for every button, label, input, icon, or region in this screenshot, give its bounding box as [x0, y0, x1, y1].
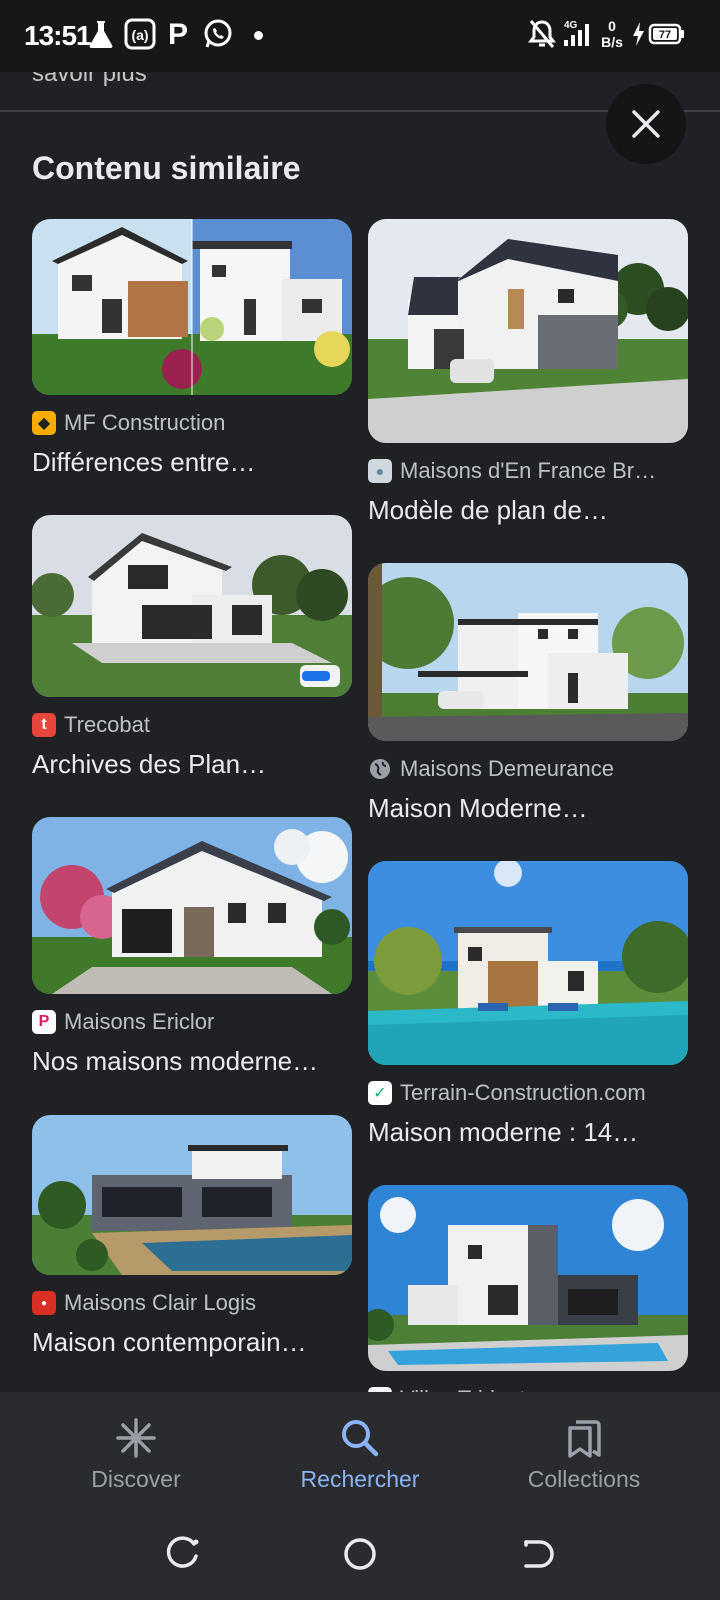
- previous-content-text: savoir plus: [32, 72, 147, 87]
- favicon-glyph: ●: [375, 463, 385, 479]
- favicon-icon: ●: [32, 1291, 56, 1315]
- source-name: MF Construction: [64, 410, 226, 435]
- parking-icon: P: [168, 18, 188, 50]
- favicon-glyph: t: [41, 716, 47, 733]
- source-row: ● Maisons Clair Logis: [32, 1289, 352, 1317]
- close-icon: [632, 110, 660, 138]
- source-row: ◆ MF Construction: [32, 409, 352, 437]
- close-button[interactable]: [606, 84, 686, 164]
- favicon-icon: P: [32, 1010, 56, 1034]
- favicon-glyph: ◆: [37, 415, 51, 432]
- nav-collections[interactable]: Collections: [464, 1392, 704, 1508]
- recent-apps-button[interactable]: [160, 1530, 208, 1578]
- app-icon: (a): [124, 18, 156, 50]
- favicon-glyph: ●: [40, 1297, 48, 1309]
- charging-icon: [633, 22, 644, 46]
- favicon-icon: t: [32, 713, 56, 737]
- source-name: Maisons d'En France Br…: [400, 458, 657, 483]
- nav-label: Collections: [527, 1466, 641, 1492]
- nav-label: Discover: [91, 1466, 181, 1492]
- result-title: Maison contemporain…: [32, 1327, 307, 1357]
- bottom-navigation: Discover Rechercher Collections: [0, 1392, 720, 1508]
- result-card[interactable]: t Trecobat Archives des Plan…: [32, 515, 352, 780]
- thumbnail-image: [368, 1185, 688, 1371]
- source-row: ● Maisons d'En France Br…: [368, 457, 688, 485]
- signal-icon: 4G: [564, 20, 589, 46]
- home-button[interactable]: [336, 1530, 384, 1578]
- source-row: P Maisons Ericlor: [32, 1008, 352, 1036]
- thumbnail-image: [32, 817, 352, 994]
- favicon-icon: ●: [368, 459, 392, 483]
- thumbnail-image: [368, 861, 688, 1065]
- source-row: t Trecobat: [32, 711, 352, 739]
- nav-label: Rechercher: [300, 1466, 420, 1492]
- result-card[interactable]: ✓ Terrain-Construction.com Maison modern…: [368, 861, 688, 1148]
- globe-icon: [368, 757, 392, 781]
- thumbnail-image: [368, 563, 688, 741]
- back-button[interactable]: [512, 1530, 560, 1578]
- source-row: Maisons Demeurance: [368, 755, 688, 783]
- thumbnail-image: [32, 515, 352, 697]
- result-card[interactable]: ● Maisons d'En France Br… Modèle de plan…: [368, 219, 688, 526]
- mute-icon: [528, 20, 556, 48]
- result-title: Nos maisons moderne…: [32, 1046, 319, 1076]
- result-card[interactable]: ● Maisons Clair Logis Maison contemporai…: [32, 1115, 352, 1358]
- asterisk-icon: [116, 1418, 156, 1458]
- result-title: Modèle de plan de…: [368, 495, 608, 525]
- nav-search[interactable]: Rechercher: [240, 1392, 480, 1508]
- source-name: Maisons Ericlor: [64, 1009, 215, 1034]
- source-name: Terrain-Construction.com: [400, 1080, 646, 1105]
- battery-icon: 77: [648, 23, 684, 45]
- result-card[interactable]: P Maisons Ericlor Nos maisons moderne…: [32, 817, 352, 1077]
- svg-text:4G: 4G: [564, 20, 578, 31]
- result-title: Maison moderne : 14…: [368, 1117, 639, 1147]
- flask-icon: [89, 21, 113, 48]
- svg-text:77: 77: [659, 29, 671, 41]
- notification-dot: [254, 31, 263, 40]
- source-name: Maisons Clair Logis: [64, 1290, 256, 1315]
- favicon-icon: ✓: [368, 1081, 392, 1105]
- nav-discover[interactable]: Discover: [16, 1392, 256, 1508]
- result-title: Archives des Plan…: [32, 749, 267, 779]
- search-icon: [342, 1420, 379, 1457]
- whatsapp-icon: [204, 19, 232, 48]
- status-bar: 13:51 (a) P 4G 0 B/s 77: [0, 0, 720, 72]
- favicon-icon: ◆: [32, 411, 56, 435]
- svg-text:P: P: [168, 18, 188, 50]
- collections-icon: [568, 1420, 601, 1458]
- svg-text:(a): (a): [131, 27, 148, 43]
- result-card[interactable]: Villas Trident: [368, 1185, 688, 1413]
- thumbnail-image: [32, 1115, 352, 1275]
- favicon-glyph: ✓: [373, 1085, 387, 1102]
- favicon-glyph: P: [38, 1013, 50, 1030]
- result-title: Maison Moderne…: [368, 793, 588, 823]
- section-title: Contenu similaire: [32, 150, 301, 186]
- thumbnail-image: [368, 219, 688, 443]
- result-title: Différences entre…: [32, 447, 256, 477]
- clock: 13:51: [24, 20, 92, 51]
- source-name: Trecobat: [64, 712, 151, 737]
- source-row: ✓ Terrain-Construction.com: [368, 1079, 688, 1107]
- thumbnail-image: [32, 219, 352, 395]
- result-card[interactable]: ◆ MF Construction Différences entre…: [32, 219, 352, 478]
- network-speed: 0 B/s: [601, 18, 623, 50]
- result-card[interactable]: Maisons Demeurance Maison Moderne…: [368, 563, 688, 824]
- source-name: Maisons Demeurance: [400, 756, 614, 781]
- system-navigation-bar: [0, 1508, 720, 1600]
